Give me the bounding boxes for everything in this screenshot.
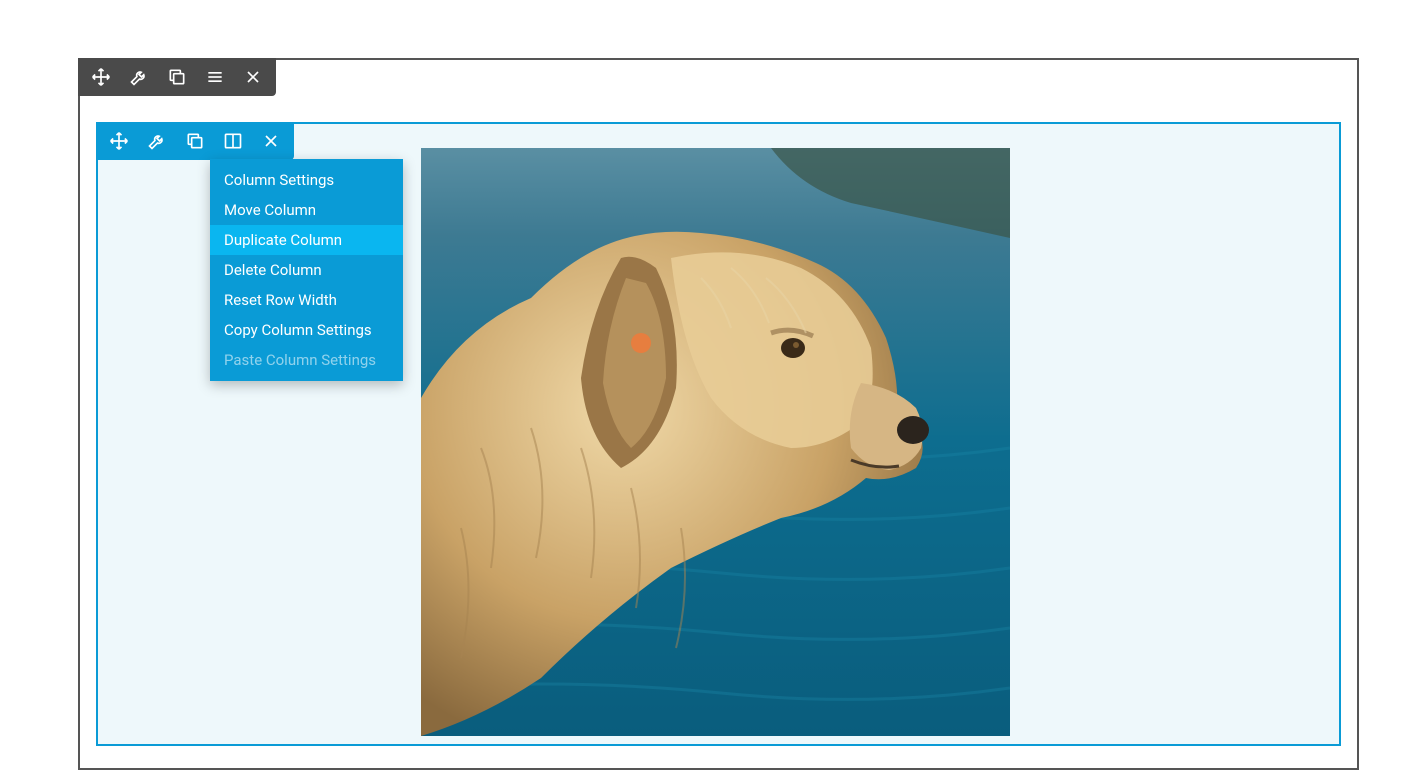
move-icon[interactable] (108, 130, 130, 152)
columns-icon[interactable] (222, 130, 244, 152)
wrench-icon[interactable] (146, 130, 168, 152)
column-context-menu: Column Settings Move Column Duplicate Co… (210, 159, 403, 381)
menu-item-delete-column[interactable]: Delete Column (210, 255, 403, 285)
menu-icon[interactable] (204, 66, 226, 88)
duplicate-icon[interactable] (184, 130, 206, 152)
column-container: Column Settings Move Column Duplicate Co… (96, 122, 1341, 746)
close-icon[interactable] (260, 130, 282, 152)
move-icon[interactable] (90, 66, 112, 88)
menu-item-duplicate-column[interactable]: Duplicate Column (210, 225, 403, 255)
close-icon[interactable] (242, 66, 264, 88)
content-image (421, 148, 1010, 736)
column-toolbar (96, 122, 294, 160)
row-container: Column Settings Move Column Duplicate Co… (78, 58, 1359, 770)
menu-item-column-settings[interactable]: Column Settings (210, 165, 403, 195)
wrench-icon[interactable] (128, 66, 150, 88)
menu-item-move-column[interactable]: Move Column (210, 195, 403, 225)
duplicate-icon[interactable] (166, 66, 188, 88)
menu-item-reset-row-width[interactable]: Reset Row Width (210, 285, 403, 315)
menu-item-paste-column-settings: Paste Column Settings (210, 345, 403, 375)
menu-item-copy-column-settings[interactable]: Copy Column Settings (210, 315, 403, 345)
row-toolbar (78, 58, 276, 96)
